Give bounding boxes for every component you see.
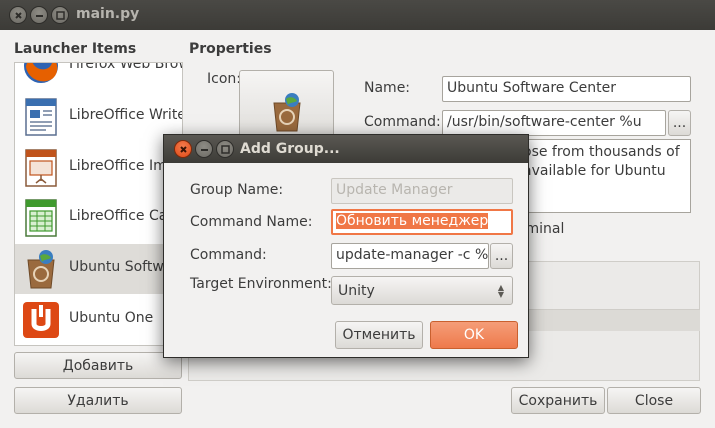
group-name-field[interactable]: Update Manager	[331, 178, 513, 204]
properties-heading: Properties	[189, 41, 272, 57]
list-item-label: Ubuntu One	[69, 310, 154, 326]
command-field[interactable]: update-manager -c %u	[331, 243, 489, 269]
list-item-calc[interactable]: LibreOffice Ca	[15, 193, 182, 243]
save-button[interactable]: Сохранить	[511, 387, 605, 414]
ubuntu-one-icon	[23, 302, 59, 338]
list-item-label: LibreOffice Ca	[69, 208, 168, 224]
chevron-updown-icon: ▲ ▼	[497, 283, 504, 299]
ok-button[interactable]: OK	[430, 321, 518, 349]
dialog-maximize-button[interactable]	[216, 140, 234, 158]
window-minimize-button[interactable]	[30, 6, 48, 24]
group-name-label: Group Name:	[190, 182, 284, 198]
command-name-field[interactable]: Обновить менеджер	[331, 209, 513, 235]
list-item-label: Firefox Web Brow	[69, 62, 183, 72]
close-icon	[180, 146, 187, 153]
window-titlebar: main.py	[0, 0, 715, 30]
software-center-icon	[27, 250, 55, 289]
launcher-heading: Launcher Items	[14, 41, 137, 57]
launcher-list[interactable]: Firefox Web Brow LibreOffice Write Libre…	[14, 62, 183, 346]
list-item-software-center[interactable]: Ubuntu Softw	[15, 244, 182, 294]
firefox-icon	[24, 63, 58, 83]
command-name-label: Command Name:	[190, 214, 313, 230]
add-button[interactable]: Добавить	[14, 352, 182, 379]
icon-label: Icon:	[207, 71, 241, 87]
libreoffice-impress-icon	[25, 149, 57, 187]
combo-value: Unity	[338, 283, 375, 299]
name-field[interactable]: Ubuntu Software Center	[442, 76, 691, 102]
command-field[interactable]: /usr/bin/software-center %u	[442, 110, 666, 136]
window-close-button[interactable]	[9, 6, 27, 24]
list-item-label: LibreOffice Im	[69, 158, 167, 174]
window-title: main.py	[76, 6, 140, 22]
minimize-icon	[36, 15, 43, 17]
list-item-writer[interactable]: LibreOffice Write	[15, 92, 183, 142]
selected-text: Обновить менеджер	[336, 213, 489, 229]
dialog-close-button[interactable]	[174, 140, 192, 158]
remove-button[interactable]: Удалить	[14, 387, 182, 414]
window-maximize-button[interactable]	[51, 6, 69, 24]
libreoffice-calc-icon	[25, 199, 57, 237]
target-environment-select[interactable]: Unity ▲ ▼	[331, 276, 513, 305]
dialog-titlebar: Add Group...	[164, 135, 528, 163]
dialog-minimize-button[interactable]	[195, 140, 213, 158]
command-label: Command:	[190, 247, 267, 263]
minimize-icon	[201, 149, 208, 151]
command-browse-button[interactable]: ...	[668, 110, 691, 136]
command-browse-button[interactable]: ...	[490, 243, 513, 269]
target-environment-label: Target Environment:	[190, 276, 332, 292]
list-item-label: Ubuntu Softw	[69, 259, 164, 275]
close-icon	[15, 12, 22, 19]
dialog-title: Add Group...	[240, 141, 340, 157]
maximize-icon	[56, 11, 65, 20]
command-label: Command:	[364, 114, 441, 130]
maximize-icon	[221, 145, 230, 154]
name-label: Name:	[364, 80, 411, 96]
list-item-firefox[interactable]: Firefox Web Brow	[15, 62, 183, 91]
list-item-ubuntu-one[interactable]: Ubuntu One	[15, 295, 182, 345]
libreoffice-writer-icon	[25, 98, 57, 136]
add-group-dialog: Add Group... Group Name: Update Manager …	[163, 134, 529, 358]
list-item-label: LibreOffice Write	[69, 107, 183, 123]
close-button[interactable]: Close	[607, 387, 701, 414]
software-center-icon	[273, 93, 301, 132]
list-item-impress[interactable]: LibreOffice Im	[15, 143, 182, 193]
cancel-button[interactable]: Отменить	[335, 321, 423, 349]
